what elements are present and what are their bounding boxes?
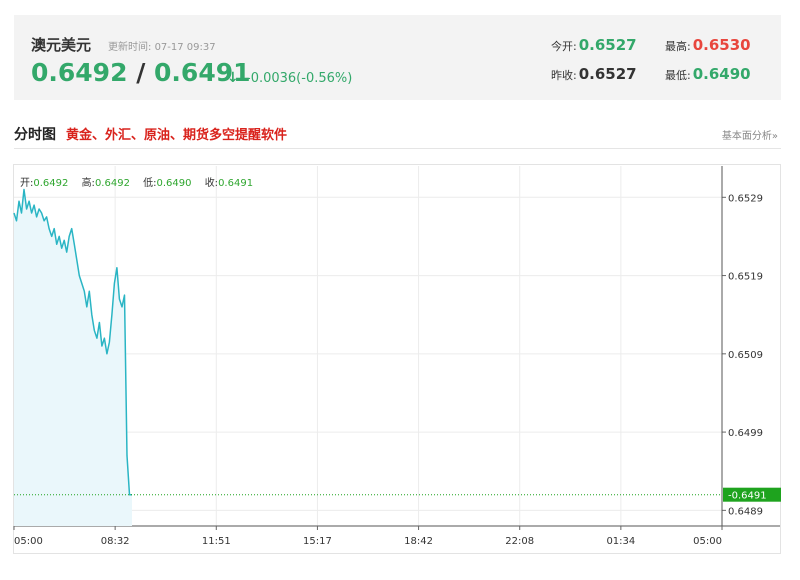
y-tick-label: 0.6489 [728,506,763,517]
ohlc-low-value: 0.6490 [156,178,192,189]
ohlc-low-label: 低: [143,178,157,189]
x-tick-label: 22:08 [505,536,534,547]
y-tick-label: 0.6529 [728,193,763,204]
x-tick-label: 05:00 [14,536,43,547]
x-tick-label: 11:51 [202,536,231,547]
x-tick-label: 15:17 [303,536,332,547]
ohlc-high-value: 0.6492 [94,178,130,189]
ohlc-legend: 开:0.6492 高:0.6492 低:0.6490 收:0.6491 [20,174,263,189]
intraday-chart: 0.6529 0.6519 0.6509 0.6499 0.6489 05:00 08:32… [13,166,781,547]
ohlc-open-value: 0.6492 [33,178,69,189]
x-tick-label: 01:34 [606,536,635,547]
y-tick-label: 0.6519 [728,272,763,283]
ohlc-open-label: 开: [20,178,34,189]
x-tick-label: 05:00 [693,536,722,547]
ohlc-close-value: 0.6491 [218,178,254,189]
x-tick-label: 18:42 [404,536,433,547]
ohlc-high-label: 高: [81,178,95,189]
ohlc-close-label: 收: [204,178,219,189]
y-tick-label: 0.6499 [728,428,763,439]
x-tick-label: 08:32 [101,536,130,547]
y-tick-label: 0.6509 [728,350,763,361]
current-price-label: -0.6491 [728,491,767,502]
